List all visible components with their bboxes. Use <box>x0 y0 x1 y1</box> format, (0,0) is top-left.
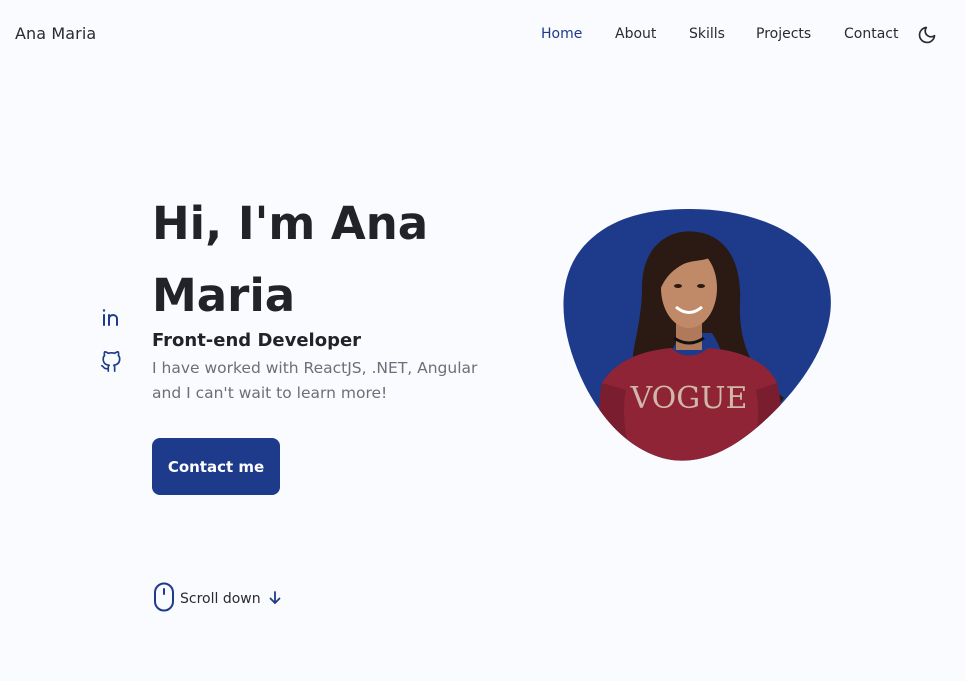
brand-logo[interactable]: Ana Maria <box>15 24 96 43</box>
nav-home[interactable]: Home <box>541 26 582 42</box>
arrow-down-icon <box>261 590 282 609</box>
header: Ana Maria Home About Skills Projects Con… <box>0 0 965 70</box>
profile-photo: VOGUE <box>562 208 834 462</box>
nav-projects[interactable]: Projects <box>756 26 811 42</box>
scroll-down-link[interactable]: Scroll down <box>153 582 282 616</box>
contact-me-button[interactable]: Contact me <box>152 438 280 495</box>
nav-about[interactable]: About <box>615 26 656 42</box>
nav-skills[interactable]: Skills <box>689 26 725 42</box>
mouse-icon <box>153 582 175 616</box>
hero-description: I have worked with ReactJS, .NET, Angula… <box>152 359 478 402</box>
github-icon[interactable] <box>100 351 122 373</box>
scroll-down-label: Scroll down <box>180 591 261 607</box>
moon-icon[interactable] <box>917 25 937 45</box>
linkedin-icon[interactable] <box>100 306 122 328</box>
hero-title: Hi, I'm Ana Maria <box>152 197 429 322</box>
svg-text:VOGUE: VOGUE <box>630 381 748 416</box>
hero-subtitle: Front-end Developer <box>152 330 362 351</box>
nav-contact[interactable]: Contact <box>844 26 898 42</box>
